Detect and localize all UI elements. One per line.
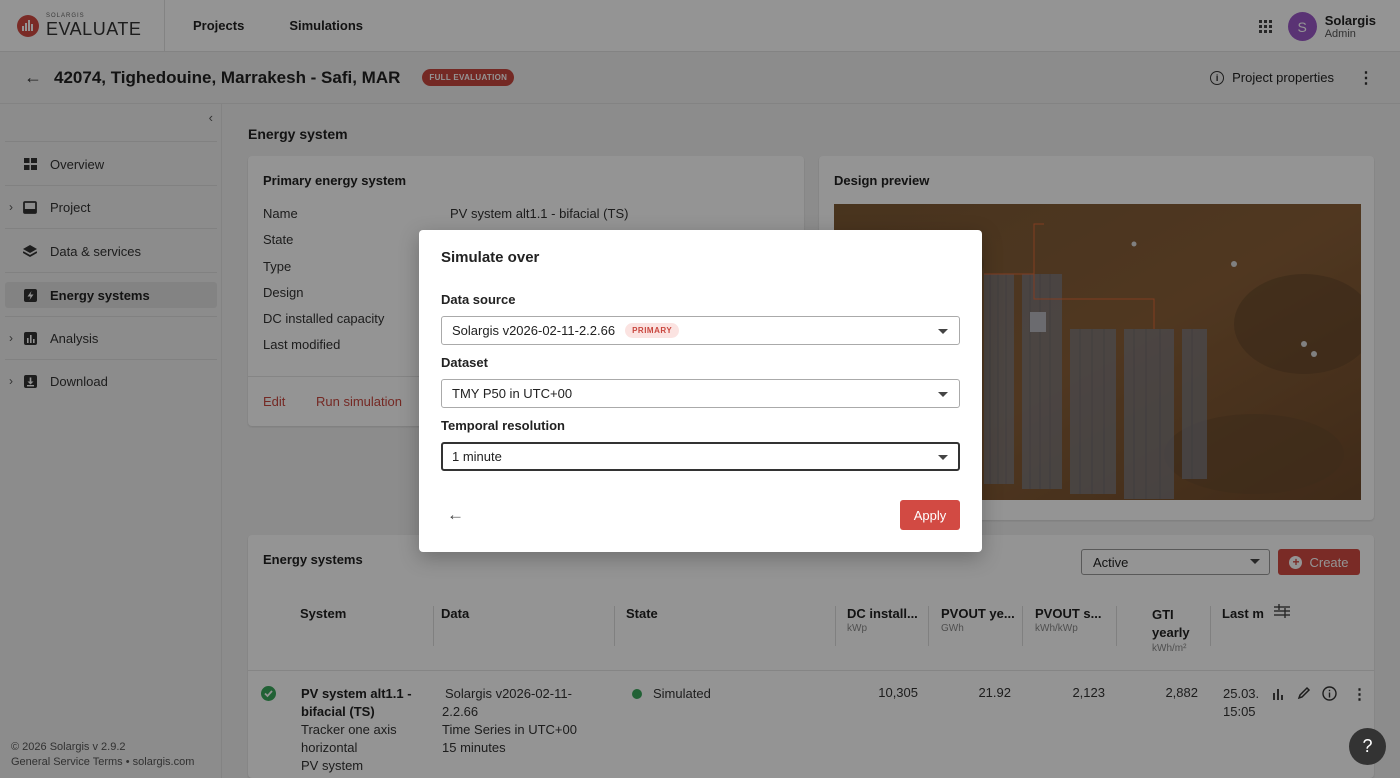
temporal-resolution-select[interactable]: 1 minute <box>441 442 960 471</box>
temporal-resolution-value: 1 minute <box>452 449 502 464</box>
chevron-down-icon <box>938 455 948 460</box>
dataset-value: TMY P50 in UTC+00 <box>452 386 573 401</box>
temporal-resolution-label: Temporal resolution <box>441 418 565 433</box>
apply-button[interactable]: Apply <box>900 500 960 530</box>
chevron-down-icon <box>938 392 948 397</box>
primary-badge: PRIMARY <box>625 323 680 338</box>
dialog-title: Simulate over <box>441 249 540 266</box>
dataset-select[interactable]: TMY P50 in UTC+00 <box>441 379 960 408</box>
simulate-over-dialog: Simulate over Data source Solargis v2026… <box>419 230 982 552</box>
data-source-select[interactable]: Solargis v2026-02-11-2.2.66 PRIMARY <box>441 316 960 345</box>
chevron-down-icon <box>938 329 948 334</box>
help-button[interactable]: ? <box>1349 728 1386 765</box>
dataset-label: Dataset <box>441 355 488 370</box>
data-source-value: Solargis v2026-02-11-2.2.66 <box>452 323 616 338</box>
data-source-label: Data source <box>441 292 516 307</box>
back-arrow-icon[interactable]: ← <box>447 505 464 525</box>
